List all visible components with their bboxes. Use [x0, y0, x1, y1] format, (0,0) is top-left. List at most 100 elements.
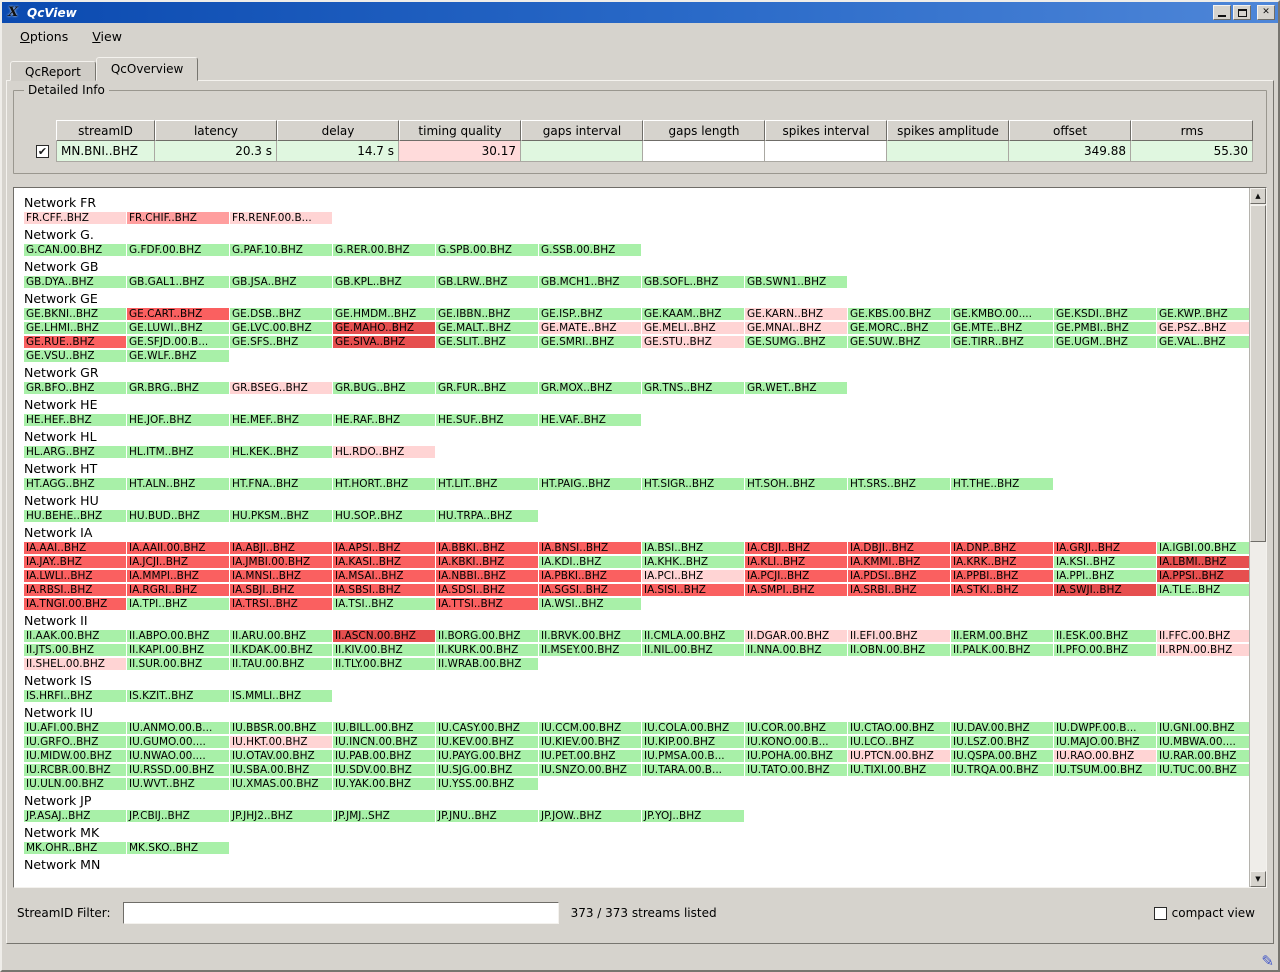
stream-cell[interactable]: MK.SKO..BHZ [127, 842, 229, 854]
stream-cell[interactable]: GB.LRW..BHZ [436, 276, 538, 288]
stream-cell[interactable]: IA.CBJI..BHZ [745, 542, 847, 554]
stream-cell[interactable]: II.BORG.00.BHZ [436, 630, 538, 642]
stream-cell[interactable]: IU.GNI.00.BHZ [1157, 722, 1249, 734]
stream-cell[interactable]: IU.RSSD.00.BHZ [127, 764, 229, 776]
detail-cell-rms[interactable]: 55.30 [1131, 141, 1253, 162]
stream-cell[interactable]: IU.DAV.00.BHZ [951, 722, 1053, 734]
stream-cell[interactable]: IA.KASI..BHZ [333, 556, 435, 568]
stream-cell[interactable]: JP.ASAJ..BHZ [24, 810, 126, 822]
stream-cell[interactable]: HT.PAIG..BHZ [539, 478, 641, 490]
stream-cell[interactable]: IA.TLE..BHZ [1157, 584, 1249, 596]
stream-cell[interactable]: IA.JMBI.00.BHZ [230, 556, 332, 568]
stream-cell[interactable]: II.NIL.00.BHZ [642, 644, 744, 656]
detail-cell-delay[interactable]: 14.7 s [277, 141, 399, 162]
column-header-gaps-interval[interactable]: gaps interval [521, 120, 643, 141]
stream-cell[interactable]: IA.SMPI..BHZ [745, 584, 847, 596]
stream-cell[interactable]: GB.DYA..BHZ [24, 276, 126, 288]
stream-cell[interactable]: HU.TRPA..BHZ [436, 510, 538, 522]
stream-cell[interactable]: IU.QSPA.00.BHZ [951, 750, 1053, 762]
stream-cell[interactable]: GE.PMBI..BHZ [1054, 322, 1156, 334]
stream-cell[interactable]: HE.VAF..BHZ [539, 414, 641, 426]
stream-cell[interactable]: GE.DSB..BHZ [230, 308, 332, 320]
stream-cell[interactable]: GE.SUW..BHZ [848, 336, 950, 348]
stream-cell[interactable]: II.ABPO.00.BHZ [127, 630, 229, 642]
stream-cell[interactable]: II.MSEY.00.BHZ [539, 644, 641, 656]
stream-cell[interactable]: IU.XMAS.00.BHZ [230, 778, 332, 790]
stream-cell[interactable]: IU.OTAV.00.BHZ [230, 750, 332, 762]
stream-cell[interactable]: II.PALK.00.BHZ [951, 644, 1053, 656]
stream-cell[interactable]: HT.SIGR..BHZ [642, 478, 744, 490]
stream-cell[interactable]: II.KDAK.00.BHZ [230, 644, 332, 656]
stream-cell[interactable]: IA.MNSI..BHZ [230, 570, 332, 582]
stream-cell[interactable]: IU.TRQA.00.BHZ [951, 764, 1053, 776]
stream-cell[interactable]: IU.BBSR.00.BHZ [230, 722, 332, 734]
stream-cell[interactable]: IA.RGRI..BHZ [127, 584, 229, 596]
stream-cell[interactable]: GB.SWN1..BHZ [745, 276, 847, 288]
stream-cell[interactable]: IA.ABJI..BHZ [230, 542, 332, 554]
close-button[interactable]: ✕ [1257, 5, 1275, 20]
stream-cell[interactable]: IU.SBA.00.BHZ [230, 764, 332, 776]
stream-cell[interactable]: II.TAU.00.BHZ [230, 658, 332, 670]
stream-cell[interactable]: IU.PAYG.00.BHZ [436, 750, 538, 762]
stream-cell[interactable]: GE.IBBN..BHZ [436, 308, 538, 320]
stream-cell[interactable]: HE.SUF..BHZ [436, 414, 538, 426]
stream-cell[interactable]: G.RER.00.BHZ [333, 244, 435, 256]
stream-cell[interactable]: IU.SJG.00.BHZ [436, 764, 538, 776]
stream-cell[interactable]: GE.KWP..BHZ [1157, 308, 1249, 320]
stream-cell[interactable]: IU.RAR.00.BHZ [1157, 750, 1249, 762]
stream-cell[interactable]: GE.KAAM..BHZ [642, 308, 744, 320]
stream-cell[interactable]: II.ASCN.00.BHZ [333, 630, 435, 642]
stream-cell[interactable]: IA.AAII.00.BHZ [127, 542, 229, 554]
tab-qcreport[interactable]: QcReport [10, 61, 96, 81]
stream-cell[interactable]: II.NNA.00.BHZ [745, 644, 847, 656]
stream-cell[interactable]: IU.TUC.00.BHZ [1157, 764, 1249, 776]
stream-cell[interactable]: IA.PDSI..BHZ [848, 570, 950, 582]
stream-cell[interactable]: GE.LHMI..BHZ [24, 322, 126, 334]
stream-cell[interactable]: II.AAK.00.BHZ [24, 630, 126, 642]
stream-cell[interactable]: GB.SOFL..BHZ [642, 276, 744, 288]
stream-cell[interactable]: IA.PBKI..BHZ [539, 570, 641, 582]
stream-cell[interactable]: GE.MALT..BHZ [436, 322, 538, 334]
stream-cell[interactable]: IA.BSI..BHZ [642, 542, 744, 554]
stream-cell[interactable]: II.KAPI.00.BHZ [127, 644, 229, 656]
stream-cell[interactable]: GE.KBS.00.BHZ [848, 308, 950, 320]
stream-cell[interactable]: IA.SRBI..BHZ [848, 584, 950, 596]
stream-cell[interactable]: HL.KEK..BHZ [230, 446, 332, 458]
column-header-spikes-interval[interactable]: spikes interval [765, 120, 887, 141]
menu-options[interactable]: Options [10, 26, 78, 47]
stream-cell[interactable]: HU.BEHE..BHZ [24, 510, 126, 522]
column-header-gaps-length[interactable]: gaps length [643, 120, 765, 141]
stream-cell[interactable]: IU.POHA.00.BHZ [745, 750, 847, 762]
stream-cell[interactable]: GE.LVC.00.BHZ [230, 322, 332, 334]
stream-cell[interactable]: FR.RENF.00.B... [230, 212, 332, 224]
stream-cell[interactable]: HT.AGG..BHZ [24, 478, 126, 490]
stream-cell[interactable]: IU.CTAO.00.BHZ [848, 722, 950, 734]
stream-cell[interactable]: IA.PCI..BHZ [642, 570, 744, 582]
column-header-timing-quality[interactable]: timing quality [399, 120, 521, 141]
stream-cell[interactable]: GE.MTE..BHZ [951, 322, 1053, 334]
stream-cell[interactable]: IU.PAB.00.BHZ [333, 750, 435, 762]
stream-cell[interactable]: IA.LBMI..BHZ [1157, 556, 1249, 568]
stream-cell[interactable]: G.FDF.00.BHZ [127, 244, 229, 256]
stream-cell[interactable]: HT.LIT..BHZ [436, 478, 538, 490]
stream-cell[interactable]: II.PFO.00.BHZ [1054, 644, 1156, 656]
stream-cell[interactable]: GB.KPL..BHZ [333, 276, 435, 288]
detail-cell-latency[interactable]: 20.3 s [155, 141, 277, 162]
stream-cell[interactable]: GE.VSU..BHZ [24, 350, 126, 362]
detail-cell-timing-quality[interactable]: 30.17 [399, 141, 521, 162]
stream-cell[interactable]: IA.KRK..BHZ [951, 556, 1053, 568]
stream-cell[interactable]: HT.FNA..BHZ [230, 478, 332, 490]
stream-cell[interactable]: GE.SMRI..BHZ [539, 336, 641, 348]
stream-cell[interactable]: IA.TRSI..BHZ [230, 598, 332, 610]
stream-cell[interactable]: GR.BSEG..BHZ [230, 382, 332, 394]
compact-view-checkbox[interactable] [1154, 907, 1167, 920]
stream-cell[interactable]: HT.THE..BHZ [951, 478, 1053, 490]
stream-cell[interactable]: IA.SGSI..BHZ [539, 584, 641, 596]
stream-cell[interactable]: IU.KIEV.00.BHZ [539, 736, 641, 748]
stream-cell[interactable]: IU.KEV.00.BHZ [436, 736, 538, 748]
stream-cell[interactable]: II.TLY.00.BHZ [333, 658, 435, 670]
stream-cell[interactable]: IU.HKT.00.BHZ [230, 736, 332, 748]
stream-cell[interactable]: GE.ISP..BHZ [539, 308, 641, 320]
stream-cell[interactable]: GR.TNS..BHZ [642, 382, 744, 394]
stream-cell[interactable]: IA.PCJI..BHZ [745, 570, 847, 582]
